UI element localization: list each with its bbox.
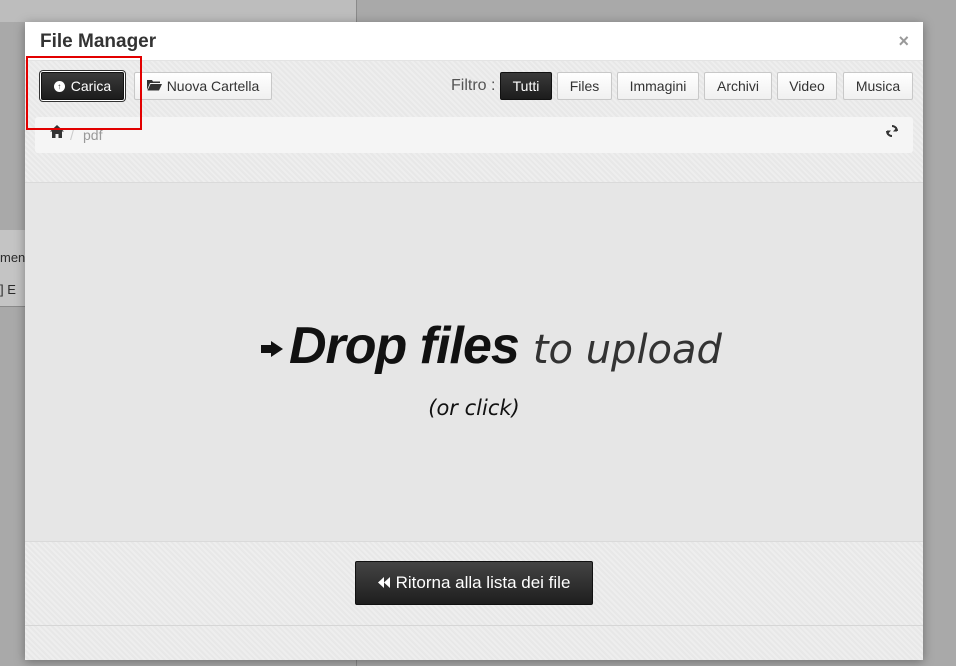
back-button-label: Ritorna alla lista dei file xyxy=(395,573,571,592)
close-icon[interactable]: × xyxy=(898,31,909,52)
circle-arrow-up-icon: ↑ xyxy=(53,80,65,92)
background-panel xyxy=(0,0,357,22)
new-folder-button-label: Nuova Cartella xyxy=(166,78,260,94)
breadcrumb-current-folder: pdf xyxy=(83,127,103,143)
back-to-file-list-button[interactable]: Ritorna alla lista dei file xyxy=(355,561,593,605)
modal-title: File Manager xyxy=(40,31,157,52)
dropzone-rest-text: to upload xyxy=(532,327,722,373)
fast-backward-icon xyxy=(377,576,390,591)
upload-button-label: Carica xyxy=(70,78,112,94)
home-icon[interactable] xyxy=(50,125,64,142)
filter-video-button[interactable]: Video xyxy=(777,72,837,100)
filter-tutti-button[interactable]: Tutti xyxy=(500,72,552,100)
filter-archivi-button[interactable]: Archivi xyxy=(704,72,772,100)
filter-immagini-button[interactable]: Immagini xyxy=(617,72,699,100)
modal-header: File Manager × xyxy=(25,22,923,61)
breadcrumb-separator: / xyxy=(70,127,74,143)
new-folder-button[interactable]: Nuova Cartella xyxy=(134,72,272,100)
dropzone-sub-text: (or click) xyxy=(428,396,520,420)
folder-open-icon xyxy=(146,79,162,94)
background-text: ] E xyxy=(0,282,16,297)
breadcrumb: / pdf xyxy=(35,117,913,153)
filter-files-button[interactable]: Files xyxy=(557,72,612,100)
upload-button[interactable]: ↑ Carica xyxy=(41,72,124,100)
hand-right-icon xyxy=(261,333,283,364)
modal-body: ↑ Carica Nuova Cartella Filtro : Tutti F… xyxy=(25,61,923,660)
background-text: men xyxy=(0,250,26,265)
upload-dropzone[interactable]: Drop files to upload (or click) xyxy=(25,182,923,542)
filter-musica-button[interactable]: Musica xyxy=(843,72,913,100)
filter-label: Filtro : xyxy=(451,77,496,94)
refresh-icon[interactable] xyxy=(885,124,899,143)
footer-divider xyxy=(25,625,923,626)
dropzone-message: Drop files to upload xyxy=(261,316,722,376)
dropzone-strong-text: Drop files xyxy=(289,317,520,375)
file-manager-modal: File Manager × ↑ Carica Nuova Cartella F… xyxy=(25,22,923,660)
background-panel-bottom xyxy=(0,660,357,666)
